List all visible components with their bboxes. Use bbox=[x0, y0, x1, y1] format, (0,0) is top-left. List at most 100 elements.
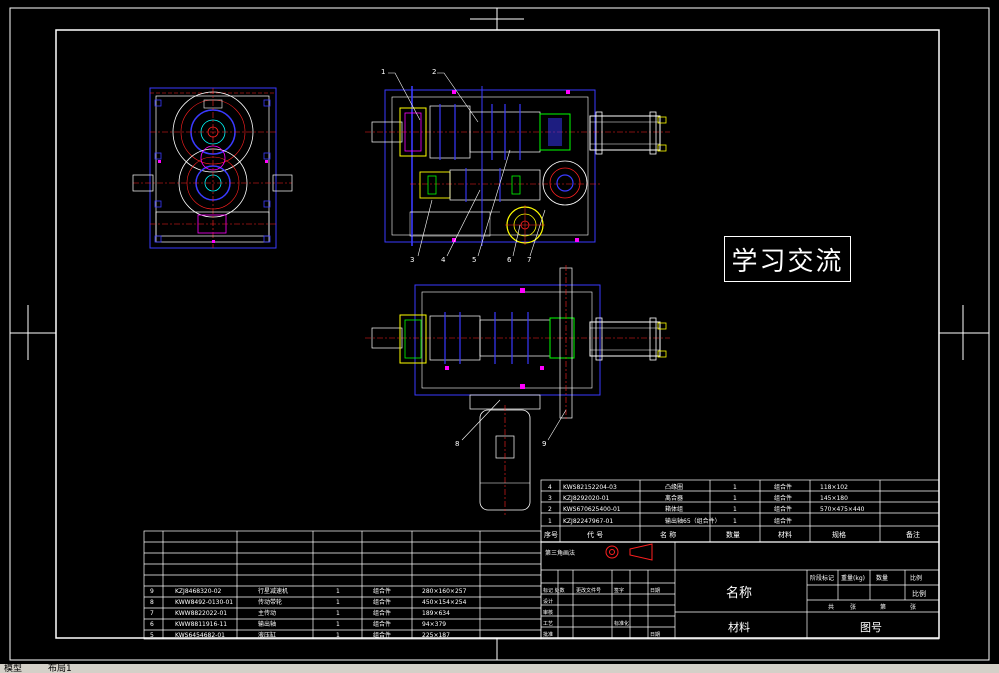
parts-top-cell: 组合件 bbox=[774, 505, 792, 513]
parts-top-cell: 1 bbox=[733, 506, 737, 513]
parts-left-cell: 450×154×254 bbox=[422, 599, 467, 606]
tab-model[interactable]: 模型 bbox=[4, 664, 22, 673]
sig-row-2: 审核 bbox=[543, 609, 553, 616]
tab-layout1[interactable]: 布局1 bbox=[48, 664, 72, 673]
parts-top-cell: 145×180 bbox=[820, 495, 848, 502]
parts-left-cell: 9 bbox=[150, 588, 154, 595]
parts-left-cell: KWW8811916-11 bbox=[175, 621, 227, 628]
callout-5: 5 bbox=[472, 256, 476, 264]
stage-label-2: 数量 bbox=[876, 574, 888, 582]
parts-top-cell: 输出轴65（组合件） bbox=[665, 517, 721, 525]
parts-top-cell: 4 bbox=[548, 484, 552, 491]
sheet-inner-frame bbox=[55, 29, 940, 639]
parts-left-cell: 传动带轮 bbox=[258, 598, 282, 606]
parts-top-cell: 组合件 bbox=[774, 494, 792, 502]
parts-left-cell: 189×634 bbox=[422, 610, 450, 617]
parts-top-cell: 凸缘圈 bbox=[665, 483, 683, 491]
callout-4: 4 bbox=[441, 256, 446, 264]
sig-mid-1: 签字 bbox=[614, 587, 624, 594]
header-code: 代 号 bbox=[587, 530, 603, 539]
title-block-text: 第三角画法 名称 材料 图号 比例 阶段标记 重量(kg) 数量 比例 共 张 … bbox=[543, 549, 926, 638]
parts-left-cell: 94×379 bbox=[422, 621, 446, 628]
parts-top-cell: 570×475×440 bbox=[820, 506, 865, 513]
callout-labels-top: 1 2 3 4 5 6 7 bbox=[381, 68, 531, 264]
watermark-stamp: 学习交流 bbox=[724, 236, 851, 282]
parts-left-cell: KWS6454682-01 bbox=[175, 632, 225, 639]
parts-left-cell: 1 bbox=[336, 599, 340, 606]
parts-left-cell: 行星减速机 bbox=[258, 587, 288, 595]
callout-1: 1 bbox=[381, 68, 385, 76]
parts-top-cell: KZJ8292020-01 bbox=[563, 495, 610, 502]
parts-top-cell: 2 bbox=[548, 506, 552, 513]
header-remark: 备注 bbox=[906, 530, 920, 539]
parts-left-cell: 280×160×257 bbox=[422, 588, 467, 595]
parts-left-cell: 1 bbox=[336, 632, 340, 639]
parts-left-cell: 8 bbox=[150, 599, 154, 606]
stage-label-0: 阶段标记 bbox=[810, 574, 834, 582]
parts-left-cell: 225×187 bbox=[422, 632, 450, 639]
callout-8: 8 bbox=[455, 440, 459, 448]
parts-left-cell: 6 bbox=[150, 621, 154, 628]
parts-list-right-text: 4 KWS82152204-03 凸缘圈 1 组合件 118×102 3 KZJ8292020… bbox=[544, 483, 920, 539]
parts-top-cell: 118×102 bbox=[820, 484, 848, 491]
header-material: 材料 bbox=[778, 530, 792, 539]
sheet-label-2: 第 bbox=[880, 603, 886, 611]
sheet-label-0: 共 bbox=[828, 603, 834, 611]
parts-list-left-text: 9 KZJ8468320-02 行星减速机 1 组合件 280×160×257 8 KWW84… bbox=[150, 587, 467, 639]
parts-top-cell: KWS82152204-03 bbox=[563, 484, 617, 491]
parts-left-cell: 输出轴 bbox=[258, 620, 276, 628]
callout-2: 2 bbox=[432, 68, 436, 76]
stage-label-1: 重量(kg) bbox=[841, 574, 865, 582]
header-spec: 规格 bbox=[832, 530, 846, 539]
gearbox-side-view bbox=[132, 87, 293, 249]
gearbox-plan-view bbox=[365, 265, 670, 515]
parts-top-cell: 3 bbox=[548, 495, 552, 502]
parts-top-cell: 箱体组 bbox=[665, 505, 683, 513]
parts-left-cell: 组合件 bbox=[373, 587, 391, 595]
parts-top-cell: 1 bbox=[733, 484, 737, 491]
sig-mid-0: 更改文件号 bbox=[576, 587, 601, 594]
callout-labels-mid: 8 9 bbox=[455, 440, 546, 448]
parts-top-cell: 组合件 bbox=[774, 483, 792, 491]
callout-leaders-mid bbox=[461, 399, 567, 441]
sig-row-0: 标记 处数 bbox=[543, 587, 565, 594]
name-label: 名称 bbox=[726, 585, 752, 601]
sheet-label-3: 张 bbox=[910, 603, 916, 611]
sig-mid-2: 日期 bbox=[650, 588, 660, 594]
header-name: 名 称 bbox=[660, 530, 676, 539]
layout-tab-bar: 模型 布局1 bbox=[0, 664, 999, 673]
parts-left-cell: 1 bbox=[336, 621, 340, 628]
parts-top-cell: 1 bbox=[548, 518, 552, 525]
callout-9: 9 bbox=[542, 440, 546, 448]
parts-top-cell: KZJ82247967-01 bbox=[563, 518, 613, 525]
projection-symbol-icon bbox=[605, 543, 653, 561]
scale-label: 比例 bbox=[912, 589, 926, 598]
parts-left-cell: 组合件 bbox=[373, 598, 391, 606]
stage-label-3: 比例 bbox=[910, 574, 922, 582]
parts-left-cell: 组合件 bbox=[373, 631, 391, 639]
parts-top-cell: 离合器 bbox=[665, 494, 683, 502]
callout-6: 6 bbox=[507, 256, 512, 264]
material-label: 材料 bbox=[728, 620, 750, 634]
gearbox-front-section bbox=[365, 86, 670, 246]
cad-drawing-canvas[interactable]: 1 2 3 4 5 6 7 8 9 4 KWS82152204-03 凸缘圈 1… bbox=[0, 0, 999, 664]
parts-top-cell: 1 bbox=[733, 518, 737, 525]
parts-left-cell: KWW8492-0130-01 bbox=[175, 599, 233, 606]
parts-left-cell: 液压缸 bbox=[258, 631, 276, 639]
header-qty: 数量 bbox=[726, 530, 740, 539]
parts-left-cell: 5 bbox=[150, 632, 154, 639]
parts-left-cell: 主传动 bbox=[258, 609, 276, 617]
parts-left-cell: KZJ8468320-02 bbox=[175, 588, 222, 595]
sig-mid-3: 标准化 bbox=[614, 620, 629, 627]
header-seq: 序号 bbox=[544, 530, 558, 539]
sig-row-4: 批准 bbox=[543, 631, 553, 638]
parts-left-cell: 1 bbox=[336, 588, 340, 595]
drawing-no-label: 图号 bbox=[860, 621, 882, 634]
parts-left-cell: 1 bbox=[336, 610, 340, 617]
parts-left-cell: 7 bbox=[150, 610, 154, 617]
parts-top-cell: KWS670625400-01 bbox=[563, 506, 621, 513]
sig-row-1: 设计 bbox=[543, 598, 553, 605]
sheet-label-1: 张 bbox=[850, 603, 856, 611]
parts-left-cell: 组合件 bbox=[373, 609, 391, 617]
parts-top-cell: 组合件 bbox=[774, 517, 792, 525]
